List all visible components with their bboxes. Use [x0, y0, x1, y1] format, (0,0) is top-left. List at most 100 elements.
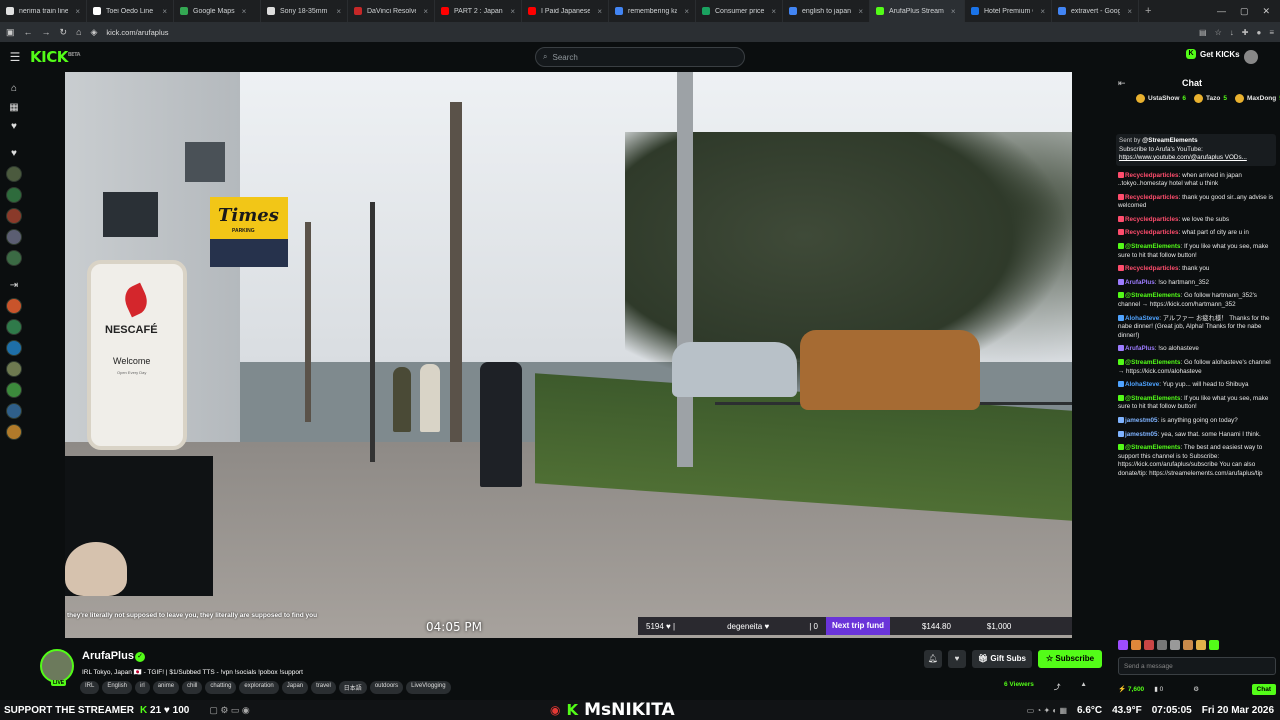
- streamer-avatar[interactable]: [40, 649, 74, 683]
- close-tab-icon[interactable]: ×: [951, 7, 956, 16]
- stream-tag[interactable]: travel: [311, 681, 336, 694]
- close-tab-icon[interactable]: ×: [684, 7, 689, 16]
- close-tab-icon[interactable]: ×: [858, 7, 863, 16]
- following-nav-icon[interactable]: ♥: [11, 120, 17, 134]
- browser-tab[interactable]: DaVinci Resolve — M ×: [348, 0, 435, 22]
- chat-username[interactable]: Recycledparticles: [1125, 172, 1179, 179]
- home-icon[interactable]: ⌂: [76, 27, 81, 37]
- menu-icon[interactable]: ≡: [1269, 28, 1274, 37]
- chat-username[interactable]: @StreamElements: [1125, 395, 1181, 402]
- back-icon[interactable]: ←: [24, 27, 33, 37]
- streamer-name[interactable]: ArufaPlus: [82, 650, 134, 662]
- gift-subs-button[interactable]: 🎁︎ Gift Subs: [972, 650, 1032, 668]
- home-nav-icon[interactable]: ⌂: [11, 82, 17, 96]
- close-tab-icon[interactable]: ×: [423, 7, 428, 16]
- reader-icon[interactable]: ▤: [1199, 28, 1207, 37]
- pinned-link[interactable]: https://www.youtube.com/@arufaplus VODs.…: [1119, 154, 1247, 161]
- emote[interactable]: [1157, 640, 1167, 650]
- more-options-icon[interactable]: ▲: [1080, 681, 1086, 691]
- leaderboard-entry[interactable]: UstaShow 6: [1136, 94, 1186, 103]
- emote[interactable]: [1118, 640, 1128, 650]
- followed-channel-avatar[interactable]: [6, 250, 22, 266]
- followed-channel-avatar[interactable]: [6, 187, 22, 203]
- chat-username[interactable]: jamestm05: [1125, 417, 1158, 424]
- stream-tag[interactable]: 日本語: [338, 681, 367, 694]
- stream-tag[interactable]: irl: [135, 681, 150, 694]
- emote[interactable]: [1209, 640, 1219, 650]
- video-player[interactable]: Times PARKING NESCAFÉ Welcome Open Every…: [65, 72, 1072, 638]
- close-window-icon[interactable]: ✕: [1262, 6, 1270, 17]
- chat-username[interactable]: Recycledparticles: [1125, 216, 1179, 223]
- followed-channel-avatar[interactable]: [6, 298, 22, 314]
- chat-username[interactable]: @StreamElements: [1125, 359, 1181, 366]
- hamburger-menu-icon[interactable]: ☰: [0, 50, 30, 64]
- kicks-balance[interactable]: ⚡ 7,600: [1118, 685, 1144, 693]
- maximize-icon[interactable]: ▢: [1240, 6, 1249, 17]
- browser-tab[interactable]: Sony 18-35mm GM L ×: [261, 0, 348, 22]
- reload-icon[interactable]: ↻: [60, 27, 68, 38]
- url-text[interactable]: kick.com/arufaplus: [106, 28, 168, 37]
- followed-channel-avatar[interactable]: [6, 361, 22, 377]
- points-balance[interactable]: ▮ 0: [1154, 685, 1163, 693]
- minimize-icon[interactable]: —: [1217, 6, 1226, 17]
- shield-icon[interactable]: ◈: [91, 27, 98, 38]
- follow-heart-icon[interactable]: ♥: [948, 650, 966, 668]
- chat-username[interactable]: Recycledparticles: [1125, 194, 1179, 201]
- close-tab-icon[interactable]: ×: [771, 7, 776, 16]
- stream-tag[interactable]: chatting: [205, 681, 237, 694]
- chat-username[interactable]: ArufaPlus: [1125, 345, 1155, 352]
- browser-tab[interactable]: PART 2 : Japan is curr ×: [435, 0, 522, 22]
- browser-tab[interactable]: Google Maps ×: [174, 0, 261, 22]
- followed-channel-avatar[interactable]: [6, 166, 22, 182]
- emote[interactable]: [1170, 640, 1180, 650]
- browser-tab[interactable]: Toei Ōedo Line - Wiki ×: [87, 0, 174, 22]
- close-tab-icon[interactable]: ×: [242, 7, 247, 16]
- search-input[interactable]: ⌕ Search: [535, 47, 745, 67]
- browser-tab[interactable]: Consumer price inflat ×: [696, 0, 783, 22]
- followed-channel-avatar[interactable]: [6, 319, 22, 335]
- close-tab-icon[interactable]: ×: [162, 7, 167, 16]
- browser-tab[interactable]: I Paid Japanese Peopl ×: [522, 0, 609, 22]
- followed-channel-avatar[interactable]: [6, 340, 22, 356]
- user-avatar[interactable]: [1244, 50, 1258, 64]
- get-kicks-button[interactable]: K Get KICKs: [1186, 49, 1240, 59]
- send-chat-button[interactable]: Chat: [1251, 683, 1276, 695]
- stream-tag[interactable]: exploration: [239, 681, 279, 694]
- stream-tag[interactable]: LiveVlogging: [406, 681, 451, 694]
- followed-channel-avatar[interactable]: [6, 424, 22, 440]
- chat-username[interactable]: Recycledparticles: [1125, 265, 1179, 272]
- followed-channel-avatar[interactable]: [6, 403, 22, 419]
- pinned-message[interactable]: Sent by @StreamElements Subscribe to Aru…: [1116, 134, 1276, 166]
- sidebar-toggle-icon[interactable]: ▣: [6, 27, 15, 38]
- subscribe-button[interactable]: ☆ Subscribe: [1037, 650, 1103, 668]
- favorites-icon[interactable]: ♥: [11, 147, 17, 161]
- browser-tab[interactable]: english to japanese - ×: [783, 0, 870, 22]
- collapse-chat-icon[interactable]: ⇤: [1118, 78, 1126, 89]
- stream-tag[interactable]: outdoors: [369, 681, 404, 694]
- chat-message-input[interactable]: Send a message: [1118, 657, 1276, 675]
- followed-channel-avatar[interactable]: [6, 229, 22, 245]
- followed-channel-avatar[interactable]: [6, 208, 22, 224]
- browser-tab[interactable]: nerima train line map ×: [0, 0, 87, 22]
- share-icon[interactable]: ⤴: [1054, 681, 1061, 691]
- close-tab-icon[interactable]: ×: [1040, 7, 1045, 16]
- stream-tag[interactable]: IRL: [80, 681, 100, 694]
- chat-username[interactable]: ArufaPlus: [1125, 279, 1155, 286]
- browser-tab[interactable]: remembering kanji - C ×: [609, 0, 696, 22]
- browser-tab[interactable]: ArufaPlus Stream ×: [870, 0, 965, 22]
- profile-icon[interactable]: ●: [1256, 28, 1261, 37]
- chat-username[interactable]: jamestm05: [1125, 431, 1158, 438]
- chat-username[interactable]: @StreamElements: [1125, 292, 1181, 299]
- download-icon[interactable]: ↓: [1230, 28, 1234, 37]
- browser-tab[interactable]: Hotel Premium Green ×: [965, 0, 1052, 22]
- chat-username[interactable]: AlohaSteve: [1125, 381, 1159, 388]
- leaderboard-entry[interactable]: MaxDong5: [1235, 94, 1280, 103]
- leaderboard-entry[interactable]: Tazo 5: [1194, 94, 1227, 103]
- expand-icon[interactable]: ⇥: [10, 279, 18, 293]
- chat-settings-icon[interactable]: ⚙: [1193, 685, 1199, 693]
- close-tab-icon[interactable]: ×: [75, 7, 80, 16]
- chat-username[interactable]: @StreamElements: [1125, 444, 1181, 451]
- browser-tab[interactable]: extravert - Google Se ×: [1052, 0, 1139, 22]
- bookmark-star-icon[interactable]: ☆: [1215, 28, 1222, 37]
- emote[interactable]: [1144, 640, 1154, 650]
